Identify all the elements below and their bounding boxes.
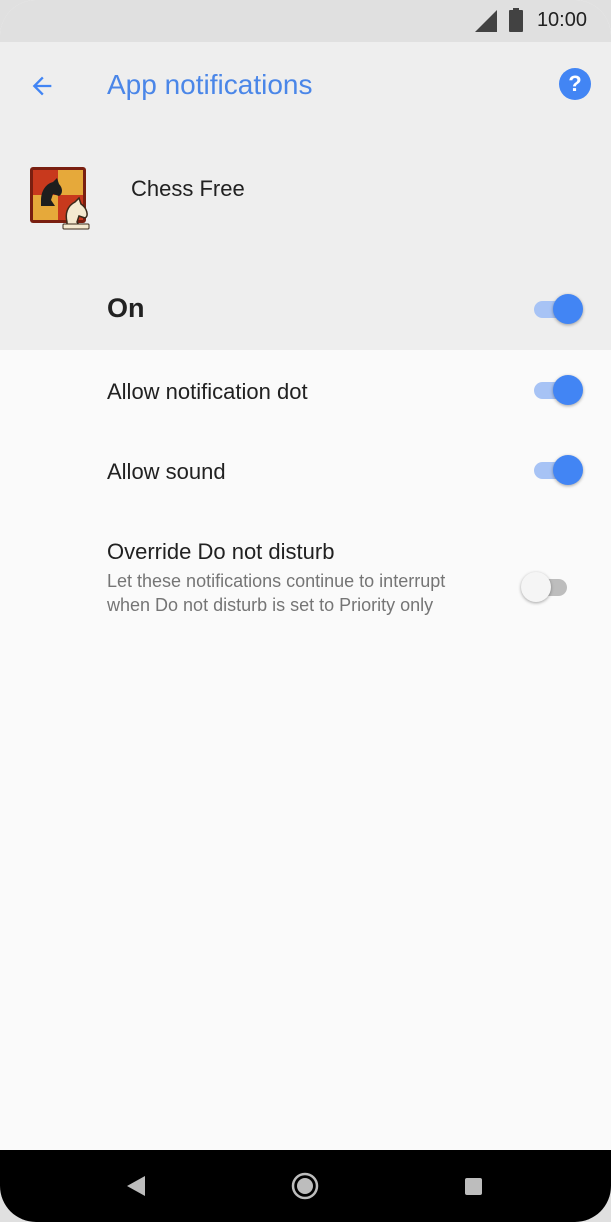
switch-thumb [553, 375, 583, 405]
app-header: App notifications ? Chess Free On [0, 42, 611, 350]
notification-dot-label: Allow notification dot [107, 379, 308, 404]
battery-icon [509, 8, 523, 32]
notification-dot-switch[interactable] [532, 375, 584, 405]
allow-sound-label: Allow sound [107, 459, 226, 484]
status-bar: 10:00 [0, 0, 611, 42]
master-toggle-label: On [107, 293, 145, 323]
help-button[interactable]: ? [559, 68, 591, 100]
phone-screen: 10:00 App notifications ? Chess Free On … [0, 0, 611, 1222]
navigation-bar [0, 1150, 611, 1222]
back-button[interactable] [24, 68, 60, 104]
page-title: App notifications [107, 69, 313, 100]
help-icon: ? [568, 71, 582, 96]
override-dnd-description: Let these notifications continue to inte… [107, 571, 446, 615]
nav-back-icon[interactable] [125, 1174, 147, 1198]
app-name: Chess Free [131, 176, 245, 201]
switch-thumb [553, 294, 583, 324]
switch-thumb [553, 455, 583, 485]
status-time: 10:00 [536, 9, 587, 31]
nav-recents-icon[interactable] [465, 1178, 482, 1195]
override-dnd-switch[interactable] [521, 572, 573, 602]
signal-icon [475, 10, 497, 32]
switch-thumb [521, 572, 551, 602]
master-toggle-switch[interactable] [532, 294, 584, 324]
nav-home-icon[interactable] [290, 1171, 320, 1201]
allow-sound-switch[interactable] [532, 455, 584, 485]
chess-app-icon [30, 167, 90, 230]
override-dnd-label: Override Do not disturb [107, 539, 335, 564]
arrow-back-icon [32, 76, 52, 96]
